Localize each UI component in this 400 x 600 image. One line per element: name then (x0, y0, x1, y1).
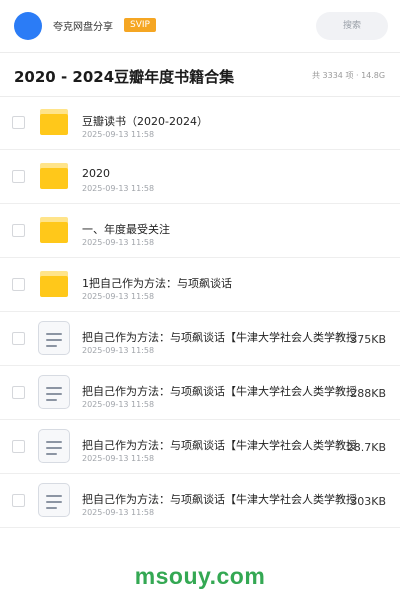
folder-icon (40, 271, 68, 297)
list-item[interactable]: 一、年度最受关注 2025-09-13 11:58 (0, 204, 400, 258)
item-name[interactable]: 1把自己作为方法：与项飙谈话 (82, 275, 360, 291)
row-checkbox[interactable] (12, 386, 25, 399)
item-name[interactable]: 豆瓣读书（2020-2024） (82, 113, 360, 129)
list-item[interactable]: 2020 2025-09-13 11:58 (0, 150, 400, 204)
search-input[interactable]: 搜索 (316, 12, 388, 40)
share-title: 2020 - 2024豆瓣年度书籍合集 (14, 68, 235, 86)
item-date: 2025-09-13 11:58 (82, 292, 155, 301)
owner-name[interactable]: 夸克网盘分享 (53, 18, 113, 33)
list-item[interactable]: 把自己作为方法：与项飙谈话【牛津大学社会人类学教授 2025-09-13 11:… (0, 366, 400, 420)
document-icon (38, 321, 70, 355)
list-item[interactable]: 把自己作为方法：与项飙谈话【牛津大学社会人类学教授 2025-09-13 11:… (0, 420, 400, 474)
document-icon (38, 429, 70, 463)
folder-icon (40, 109, 68, 135)
item-date: 2025-09-13 11:58 (82, 238, 155, 247)
row-checkbox[interactable] (12, 116, 25, 129)
item-date: 2025-09-13 11:58 (82, 454, 155, 463)
item-size: 288KB (350, 387, 386, 400)
item-name[interactable]: 把自己作为方法：与项飙谈话【牛津大学社会人类学教授 (82, 329, 360, 345)
list-item[interactable]: 豆瓣读书（2020-2024） 2025-09-13 11:58 (0, 96, 400, 150)
row-checkbox[interactable] (12, 278, 25, 291)
row-checkbox[interactable] (12, 494, 25, 507)
avatar[interactable] (14, 12, 42, 40)
document-icon (38, 483, 70, 517)
row-checkbox[interactable] (12, 440, 25, 453)
row-checkbox[interactable] (12, 170, 25, 183)
row-checkbox[interactable] (12, 224, 25, 237)
list-item[interactable]: 把自己作为方法：与项飙谈话【牛津大学社会人类学教授 2025-09-13 11:… (0, 312, 400, 366)
item-name[interactable]: 一、年度最受关注 (82, 221, 360, 237)
svip-badge: SVIP (124, 18, 156, 32)
row-checkbox[interactable] (12, 332, 25, 345)
item-date: 2025-09-13 11:58 (82, 508, 155, 517)
share-summary: 共 3334 项 · 14.8G (312, 71, 386, 80)
item-size: 375KB (350, 333, 386, 346)
document-icon (38, 375, 70, 409)
list-item[interactable]: 1把自己作为方法：与项飙谈话 2025-09-13 11:58 (0, 258, 400, 312)
item-size: 303KB (350, 495, 386, 508)
top-bar: 夸克网盘分享 SVIP 搜索 (0, 0, 400, 52)
item-name[interactable]: 把自己作为方法：与项飙谈话【牛津大学社会人类学教授 (82, 383, 360, 399)
header-divider (0, 52, 400, 53)
folder-icon (40, 217, 68, 243)
list-item[interactable]: 把自己作为方法：与项飙谈话【牛津大学社会人类学教授 2025-09-13 11:… (0, 474, 400, 528)
item-date: 2025-09-13 11:58 (82, 184, 155, 193)
item-name[interactable]: 把自己作为方法：与项飙谈话【牛津大学社会人类学教授 (82, 437, 360, 453)
item-name[interactable]: 把自己作为方法：与项飙谈话【牛津大学社会人类学教授 (82, 491, 360, 507)
item-date: 2025-09-13 11:58 (82, 130, 155, 139)
item-date: 2025-09-13 11:58 (82, 346, 155, 355)
item-date: 2025-09-13 11:58 (82, 400, 155, 409)
item-size: 28.7KB (346, 441, 386, 454)
file-list: 豆瓣读书（2020-2024） 2025-09-13 11:58 2020 20… (0, 96, 400, 528)
watermark: msouy.com (134, 563, 266, 589)
item-name[interactable]: 2020 (82, 167, 360, 180)
folder-icon (40, 163, 68, 189)
